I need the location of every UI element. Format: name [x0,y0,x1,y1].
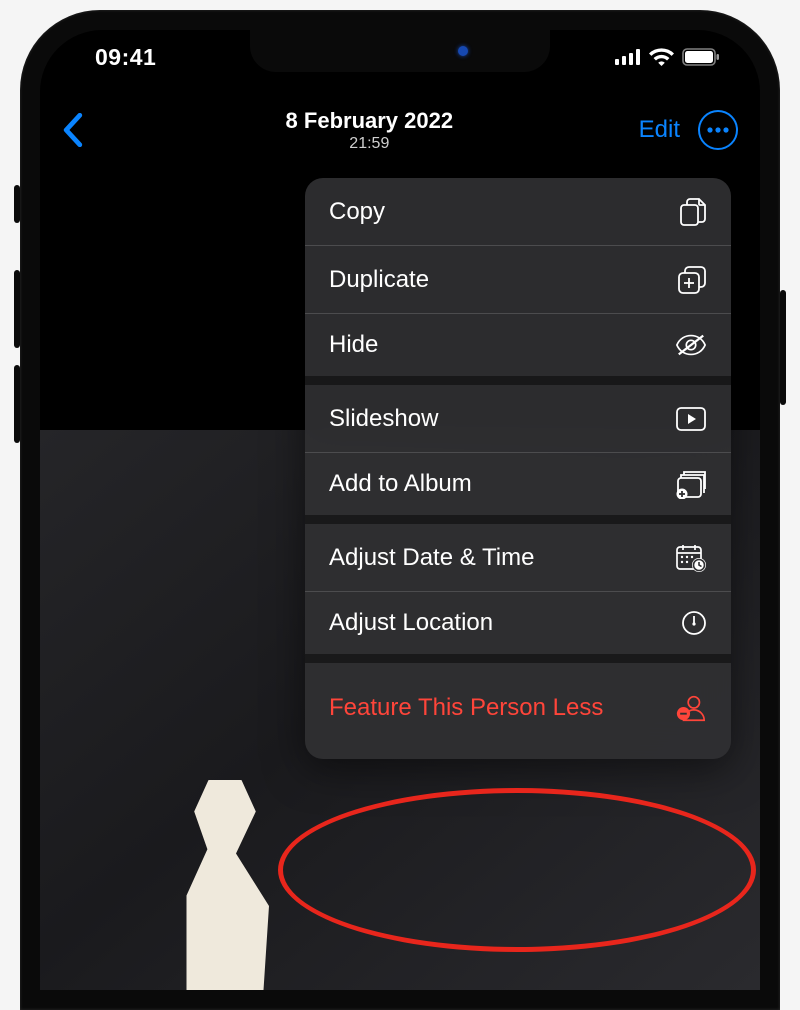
cellular-icon [615,49,641,65]
back-button[interactable] [62,113,106,147]
menu-item-adjust-date-time[interactable]: Adjust Date & Time [305,524,731,592]
screen: 09:41 8 February 2022 21:59 Edit [40,30,760,990]
edit-button[interactable]: Edit [639,116,680,144]
side-button [780,290,786,405]
menu-item-feature-person-less[interactable]: Feature This Person Less [305,663,731,759]
photo-content [170,780,280,990]
context-menu: Copy Duplicate Hide Slideshow [305,178,731,759]
menu-item-label: Feature This Person Less [329,677,675,739]
menu-item-label: Adjust Location [329,592,675,654]
nav-bar: 8 February 2022 21:59 Edit [40,98,760,162]
side-button [14,270,20,348]
side-button [14,185,20,223]
more-button[interactable] [698,110,738,150]
menu-item-label: Slideshow [329,388,675,450]
add-to-album-icon [675,469,707,499]
menu-item-copy[interactable]: Copy [305,178,731,246]
person-minus-icon [675,694,707,722]
side-button [14,365,20,443]
wifi-icon [649,48,674,66]
calendar-clock-icon [675,543,707,573]
menu-item-label: Add to Album [329,453,675,515]
duplicate-icon [675,265,707,295]
menu-item-label: Duplicate [329,249,675,311]
menu-item-label: Adjust Date & Time [329,527,675,589]
menu-item-adjust-location[interactable]: Adjust Location [305,592,731,663]
battery-icon [682,48,720,66]
hide-icon [675,333,707,357]
copy-icon [675,197,707,227]
ellipsis-icon [707,127,729,133]
status-time: 09:41 [95,44,156,71]
menu-item-slideshow[interactable]: Slideshow [305,385,731,453]
nav-title-date: 8 February 2022 [106,108,633,134]
nav-title: 8 February 2022 21:59 [106,108,639,153]
notch [250,30,550,72]
location-icon [675,610,707,636]
slideshow-icon [675,406,707,432]
menu-item-add-to-album[interactable]: Add to Album [305,453,731,524]
status-icons [615,48,720,66]
nav-title-time: 21:59 [106,135,633,153]
menu-item-label: Copy [329,181,675,243]
menu-item-hide[interactable]: Hide [305,314,731,385]
menu-item-label: Hide [329,314,675,376]
device-frame: 09:41 8 February 2022 21:59 Edit [20,10,780,1010]
menu-item-duplicate[interactable]: Duplicate [305,246,731,314]
camera-indicator [458,46,468,56]
